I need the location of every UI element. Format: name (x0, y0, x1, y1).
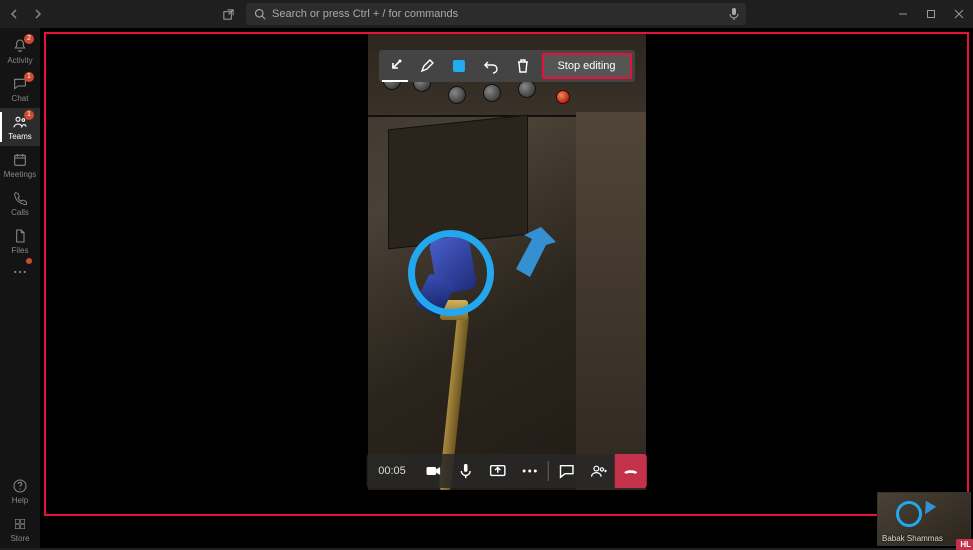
rail-teams[interactable]: Teams 1 (0, 108, 40, 146)
annotation-circle (408, 230, 494, 316)
remote-video-feed (368, 32, 646, 490)
title-bar: Search or press Ctrl + / for commands (0, 0, 973, 28)
share-icon (490, 463, 506, 479)
app-rail: Activity 2 Chat 1 Teams 1 Meetings Calls… (0, 28, 40, 548)
phone-icon (12, 190, 28, 206)
pen-icon (418, 58, 434, 74)
hangup-icon (623, 463, 639, 479)
delete-button[interactable] (506, 50, 538, 82)
people-icon (591, 463, 607, 479)
hololens-badge: HL (956, 539, 973, 550)
more-actions-button[interactable] (514, 454, 546, 488)
window-controls (889, 0, 973, 28)
rail-help[interactable]: Help (0, 472, 40, 510)
camera-icon (426, 463, 442, 479)
meeting-stage: Stop editing 00:05 Babak Sham (40, 28, 973, 548)
more-icon (522, 463, 538, 479)
rail-chat[interactable]: Chat 1 (0, 70, 40, 108)
chat-icon (559, 463, 575, 479)
search-input[interactable]: Search or press Ctrl + / for commands (246, 3, 746, 25)
popout-icon[interactable] (218, 4, 238, 24)
rail-meetings[interactable]: Meetings (0, 146, 40, 184)
arrow-tool-icon (386, 58, 402, 74)
close-button[interactable] (945, 0, 973, 28)
mic-icon[interactable] (728, 7, 740, 26)
maximize-button[interactable] (917, 0, 945, 28)
rail-files[interactable]: Files (0, 222, 40, 260)
hang-up-button[interactable] (615, 454, 647, 488)
pip-participant-name: Babak Shammas (882, 534, 943, 543)
editing-toolbar: Stop editing (378, 50, 634, 82)
annotation-arrow-icon (506, 227, 556, 292)
stop-editing-label: Stop editing (557, 60, 615, 72)
trash-icon (515, 58, 529, 74)
rail-more[interactable] (0, 260, 40, 284)
share-screen-button[interactable] (482, 454, 514, 488)
rail-store[interactable]: Store (0, 510, 40, 548)
rail-activity[interactable]: Activity 2 (0, 32, 40, 70)
mic-toggle-button[interactable] (450, 454, 482, 488)
mic-icon (458, 463, 474, 479)
search-icon (254, 8, 266, 20)
undo-icon (482, 58, 498, 74)
stop-editing-button[interactable]: Stop editing (541, 53, 631, 79)
rail-calls[interactable]: Calls (0, 184, 40, 222)
help-icon (12, 478, 28, 494)
color-swatch-icon (452, 60, 464, 72)
call-control-bar: 00:05 (366, 454, 647, 488)
store-icon (12, 516, 28, 532)
chat-panel-button[interactable] (551, 454, 583, 488)
file-icon (12, 228, 28, 244)
calendar-icon (12, 152, 28, 168)
pen-tool-button[interactable] (410, 50, 442, 82)
undo-button[interactable] (474, 50, 506, 82)
search-placeholder: Search or press Ctrl + / for commands (272, 8, 458, 20)
participants-button[interactable] (583, 454, 615, 488)
nav-forward-button[interactable] (28, 4, 48, 24)
arrow-tool-button[interactable] (378, 50, 410, 82)
nav-back-button[interactable] (4, 4, 24, 24)
self-view-pip[interactable]: Babak Shammas (877, 492, 971, 546)
call-timer: 00:05 (366, 465, 418, 477)
minimize-button[interactable] (889, 0, 917, 28)
camera-toggle-button[interactable] (418, 454, 450, 488)
color-swatch-button[interactable] (442, 50, 474, 82)
more-icon (12, 264, 28, 280)
